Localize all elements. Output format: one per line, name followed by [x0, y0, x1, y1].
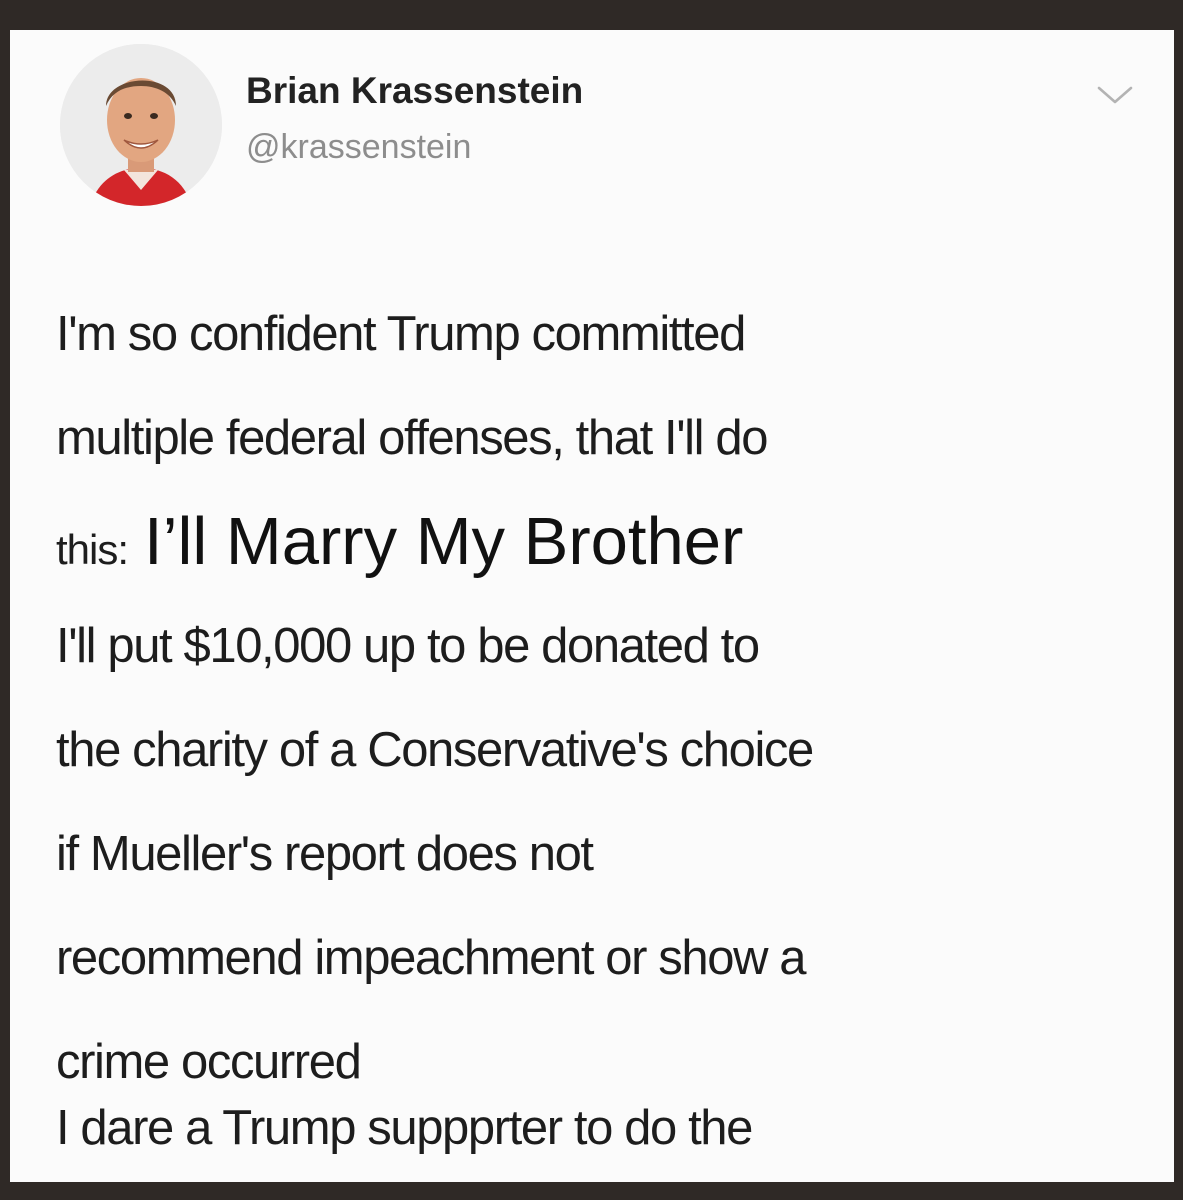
tweet-line-prefix: this:	[56, 526, 129, 573]
tweet-line: the charity of a Conservative's choice	[56, 723, 814, 777]
author-name[interactable]: Brian Krassenstein	[246, 70, 583, 112]
screenshot-frame: Brian Krassenstein @krassenstein I'm so …	[0, 0, 1183, 1200]
tweet-body: I'm so confident Trump committed multipl…	[56, 282, 1156, 1114]
tweet-line: I'll put $10,000 up to be donated to	[56, 619, 760, 673]
tweet-line: recommend impeachment or show a	[56, 931, 807, 985]
overlay-caption: I’ll Marry My Brother	[144, 504, 744, 579]
avatar[interactable]	[60, 44, 222, 206]
tweet-line: crime occurred	[56, 1035, 362, 1089]
tweet-line-cutoff: I dare a Trump suppprter to do the	[56, 1101, 753, 1155]
chevron-down-icon[interactable]	[1096, 84, 1134, 106]
tweet-line: I'm so confident Trump committed	[56, 307, 746, 361]
tweet-line: if Mueller's report does not	[56, 827, 594, 881]
tweet-line-with-overlay: this: I’ll Marry My Brother	[56, 490, 1156, 594]
tweet-card: Brian Krassenstein @krassenstein I'm so …	[10, 30, 1174, 1182]
avatar-image	[60, 44, 222, 206]
tweet-line: multiple federal offenses, that I'll do	[56, 411, 768, 465]
author-handle[interactable]: @krassenstein	[246, 128, 471, 167]
